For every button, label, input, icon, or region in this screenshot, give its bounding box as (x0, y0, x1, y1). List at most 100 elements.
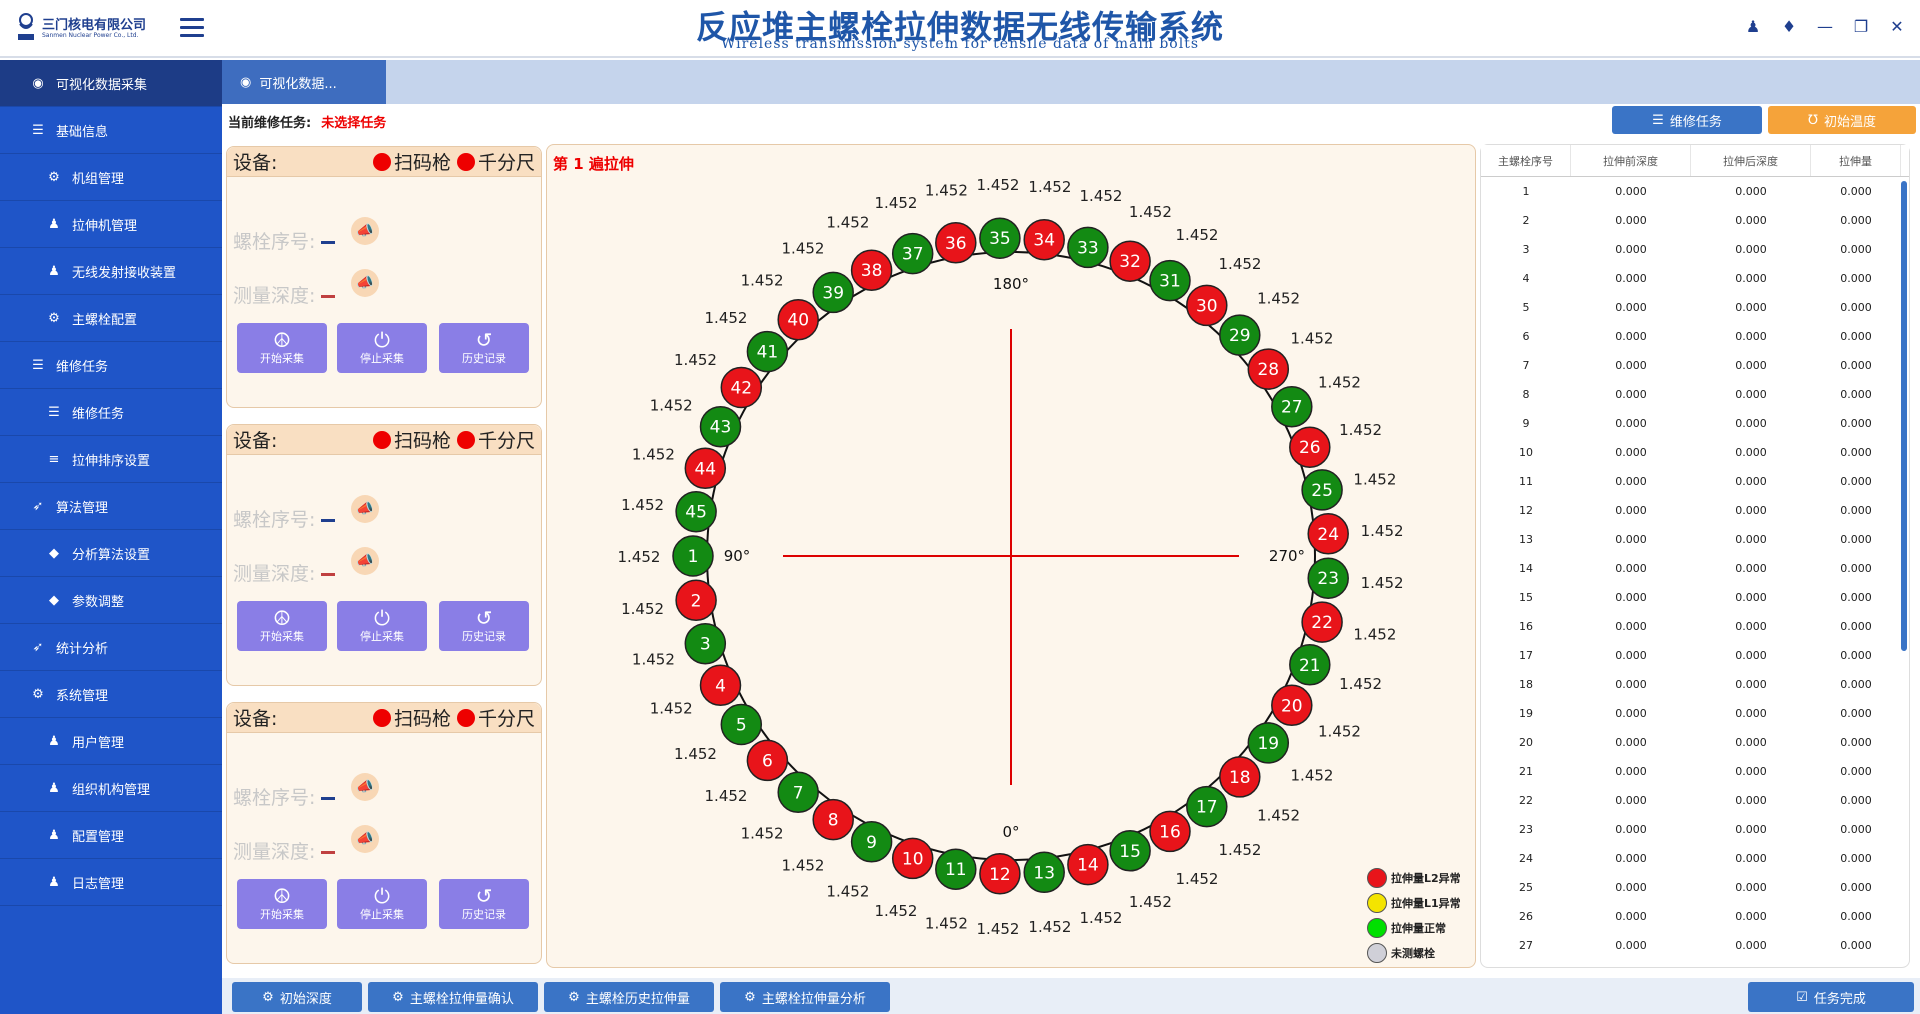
sidebar-item-label: 日志管理 (72, 876, 125, 892)
table-row[interactable]: 27 0.000 0.000 0.000 (1481, 931, 1909, 960)
start-collect-button[interactable]: ☮ 开始采集 (237, 323, 327, 373)
table-row[interactable]: 1 0.000 0.000 0.000 (1481, 177, 1909, 206)
table-row[interactable]: 23 0.000 0.000 0.000 (1481, 815, 1909, 844)
table-row[interactable]: 3 0.000 0.000 0.000 (1481, 235, 1909, 264)
history-record-button[interactable]: ↺ 历史记录 (439, 323, 529, 373)
megaphone-icon[interactable]: 📣 (351, 825, 379, 853)
sidebar-item[interactable]: ➶ 算法管理 (0, 483, 222, 530)
table-cell: 0.000 (1840, 214, 1872, 227)
megaphone-icon[interactable]: 📣 (351, 269, 379, 297)
user-icon[interactable]: ♟ (1744, 18, 1762, 36)
bolt-value: 1.452 (1129, 203, 1172, 221)
sidebar-item[interactable]: ♟ 日志管理 (0, 859, 222, 906)
table-cell: 21 (1519, 765, 1533, 778)
bolt-number-label: 螺栓序号: (233, 509, 316, 531)
task-complete-button[interactable]: ☑ 任务完成 (1748, 982, 1914, 1012)
table-row[interactable]: 25 0.000 0.000 0.000 (1481, 873, 1909, 902)
table-row[interactable]: 7 0.000 0.000 0.000 (1481, 351, 1909, 380)
table-cell: 0.000 (1615, 649, 1647, 662)
initial-temperature-button[interactable]: ℧ 初始温度 (1768, 106, 1916, 134)
sidebar-item[interactable]: ⚙ 系统管理 (0, 671, 222, 718)
table-row[interactable]: 16 0.000 0.000 0.000 (1481, 612, 1909, 641)
table-row[interactable]: 6 0.000 0.000 0.000 (1481, 322, 1909, 351)
megaphone-icon[interactable]: 📣 (351, 773, 379, 801)
shirt-icon[interactable]: ♦ (1780, 18, 1798, 36)
table-row[interactable]: 9 0.000 0.000 0.000 (1481, 409, 1909, 438)
megaphone-icon[interactable]: 📣 (351, 495, 379, 523)
restore-icon[interactable]: ❐ (1852, 18, 1870, 36)
megaphone-icon[interactable]: 📣 (351, 547, 379, 575)
table-row[interactable]: 13 0.000 0.000 0.000 (1481, 525, 1909, 554)
table-row[interactable]: 26 0.000 0.000 0.000 (1481, 902, 1909, 931)
table-row[interactable]: 10 0.000 0.000 0.000 (1481, 438, 1909, 467)
list-icon: ☰ (32, 357, 44, 373)
table-row[interactable]: 2 0.000 0.000 0.000 (1481, 206, 1909, 235)
device-label: 设备: (233, 430, 278, 452)
table-row[interactable]: 21 0.000 0.000 0.000 (1481, 757, 1909, 786)
stop-collect-button[interactable]: ⏻ 停止采集 (337, 879, 427, 929)
history-record-button[interactable]: ↺ 历史记录 (439, 879, 529, 929)
sidebar-item[interactable]: ☰ 维修任务 (0, 389, 222, 436)
table-row[interactable]: 24 0.000 0.000 0.000 (1481, 844, 1909, 873)
sidebar-item[interactable]: ♟ 用户管理 (0, 718, 222, 765)
bolt-number: 26 (1299, 438, 1321, 458)
tab-visual-data[interactable]: ◉ 可视化数据... (222, 60, 386, 104)
table-row[interactable]: 20 0.000 0.000 0.000 (1481, 728, 1909, 757)
table-row[interactable]: 17 0.000 0.000 0.000 (1481, 641, 1909, 670)
sidebar-item[interactable]: ➶ 统计分析 (0, 624, 222, 671)
table-row[interactable]: 5 0.000 0.000 0.000 (1481, 293, 1909, 322)
bolt-map-diagram: 180° 90° 270° 0° 1 1.452 2 1.452 3 1.452 4 1.452 5 1.… (618, 176, 1404, 938)
table-row[interactable]: 22 0.000 0.000 0.000 (1481, 786, 1909, 815)
angle-label: 270° (1269, 547, 1305, 565)
legend-label: 拉伸量正常 (1391, 921, 1446, 935)
sidebar-item[interactable]: ◆ 参数调整 (0, 577, 222, 624)
sidebar-item[interactable]: ◉ 可视化数据采集 (0, 60, 222, 107)
minimize-icon[interactable]: — (1816, 18, 1834, 36)
table-row[interactable]: 15 0.000 0.000 0.000 (1481, 583, 1909, 612)
stretch-analysis-button[interactable]: ⚙ 主螺栓拉伸量分析 (720, 982, 890, 1012)
sidebar-item[interactable]: ☰ 维修任务 (0, 342, 222, 389)
sidebar-item[interactable]: ♟ 无线发射接收装置 (0, 248, 222, 295)
close-icon[interactable]: ✕ (1888, 18, 1906, 36)
stop-collect-button[interactable]: ⏻ 停止采集 (337, 323, 427, 373)
table-cell: 0.000 (1735, 649, 1767, 662)
table-row[interactable]: 18 0.000 0.000 0.000 (1481, 670, 1909, 699)
legend-label: 未测螺栓 (1391, 946, 1435, 960)
table-scrollbar[interactable] (1901, 181, 1907, 651)
measure-depth-label: 测量深度: (233, 285, 316, 307)
megaphone-icon[interactable]: 📣 (351, 217, 379, 245)
menu-toggle-icon[interactable] (180, 18, 204, 38)
bolt-number: 33 (1077, 238, 1099, 258)
table-row[interactable]: 12 0.000 0.000 0.000 (1481, 496, 1909, 525)
table-row[interactable]: 4 0.000 0.000 0.000 (1481, 264, 1909, 293)
stop-collect-label: 停止采集 (360, 352, 404, 365)
list-icon: ☰ (48, 404, 60, 420)
sidebar-item[interactable]: ⚙ 机组管理 (0, 154, 222, 201)
table-row[interactable]: 11 0.000 0.000 0.000 (1481, 467, 1909, 496)
micrometer-status-indicator (456, 430, 475, 449)
table-cell: 11 (1519, 475, 1533, 488)
sidebar-item[interactable]: ♟ 配置管理 (0, 812, 222, 859)
stretch-history-button[interactable]: ⚙ 主螺栓历史拉伸量 (544, 982, 714, 1012)
table-row[interactable]: 19 0.000 0.000 0.000 (1481, 699, 1909, 728)
start-collect-button[interactable]: ☮ 开始采集 (237, 601, 327, 651)
stop-collect-button[interactable]: ⏻ 停止采集 (337, 601, 427, 651)
sidebar-item[interactable]: ♟ 拉伸机管理 (0, 201, 222, 248)
history-record-button[interactable]: ↺ 历史记录 (439, 601, 529, 651)
table-cell: 0.000 (1615, 330, 1647, 343)
bolt-number-value (321, 519, 336, 522)
sidebar-item[interactable]: ≡ 拉伸排序设置 (0, 436, 222, 483)
table-row[interactable]: 14 0.000 0.000 0.000 (1481, 554, 1909, 583)
database-icon: ☰ (32, 122, 44, 138)
sidebar-item[interactable]: ⚙ 主螺栓配置 (0, 295, 222, 342)
sidebar-item[interactable]: ◆ 分析算法设置 (0, 530, 222, 577)
start-collect-button[interactable]: ☮ 开始采集 (237, 879, 327, 929)
stretch-confirm-button[interactable]: ⚙ 主螺栓拉伸量确认 (368, 982, 538, 1012)
sidebar-item[interactable]: ♟ 组织机构管理 (0, 765, 222, 812)
repair-task-button[interactable]: ☰ 维修任务 (1612, 106, 1762, 134)
table-cell: 0.000 (1735, 388, 1767, 401)
initial-depth-button[interactable]: ⚙ 初始深度 (232, 982, 362, 1012)
table-row[interactable]: 8 0.000 0.000 0.000 (1481, 380, 1909, 409)
sidebar-item-label: 参数调整 (72, 594, 125, 610)
sidebar-item[interactable]: ☰ 基础信息 (0, 107, 222, 154)
